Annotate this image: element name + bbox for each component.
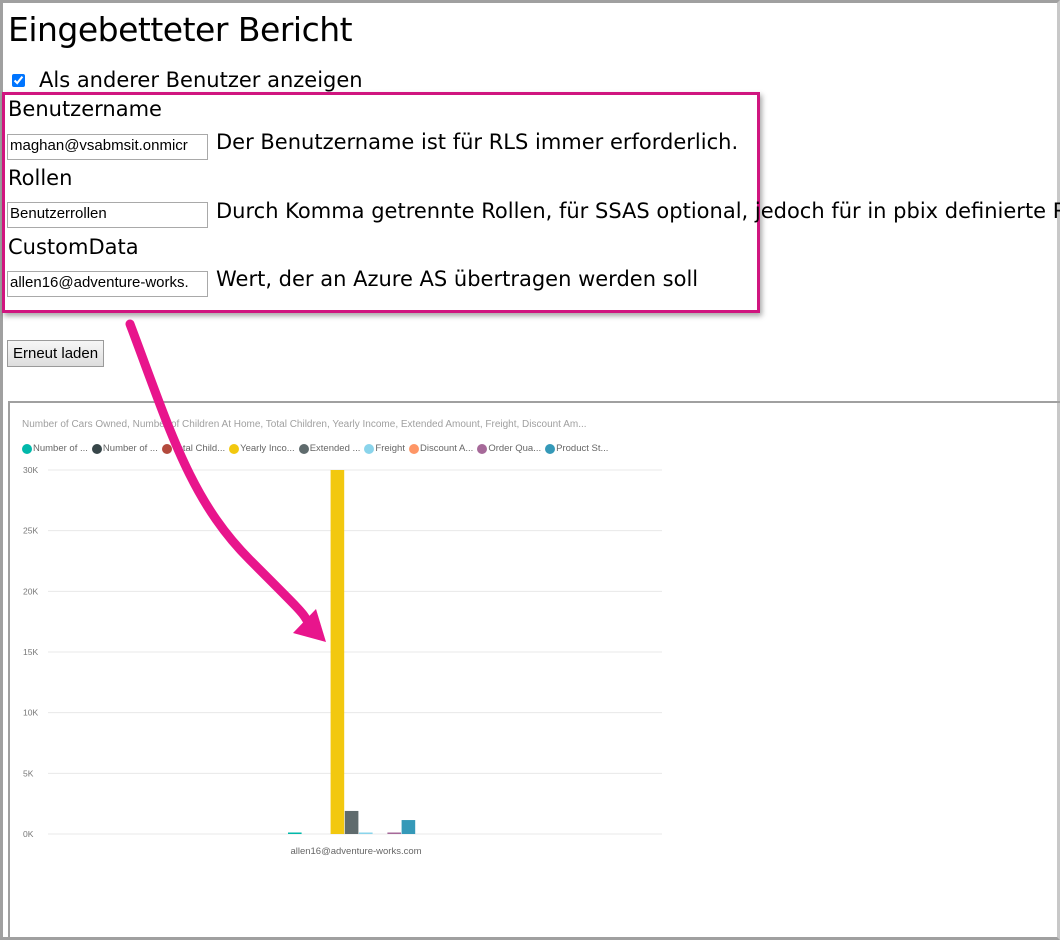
y-tick-label: 5K	[23, 768, 34, 778]
bar[interactable]	[344, 810, 359, 834]
bar-chart: 0K 5K 10K 15K 20K 25K 30K allen16@adventure-wor…	[23, 465, 662, 857]
y-tick-label: 30K	[23, 465, 38, 475]
bar[interactable]	[387, 832, 401, 835]
y-tick-label: 0K	[23, 829, 34, 839]
y-tick-label: 25K	[23, 526, 38, 536]
y-tick-label: 15K	[23, 647, 38, 657]
y-tick-label: 20K	[23, 586, 38, 596]
x-category-label: allen16@adventure-works.com	[290, 846, 421, 857]
bar[interactable]	[330, 470, 345, 834]
bar[interactable]	[288, 832, 302, 835]
y-tick-label: 10K	[23, 708, 38, 718]
bar[interactable]	[359, 832, 373, 835]
bar[interactable]	[401, 820, 416, 834]
